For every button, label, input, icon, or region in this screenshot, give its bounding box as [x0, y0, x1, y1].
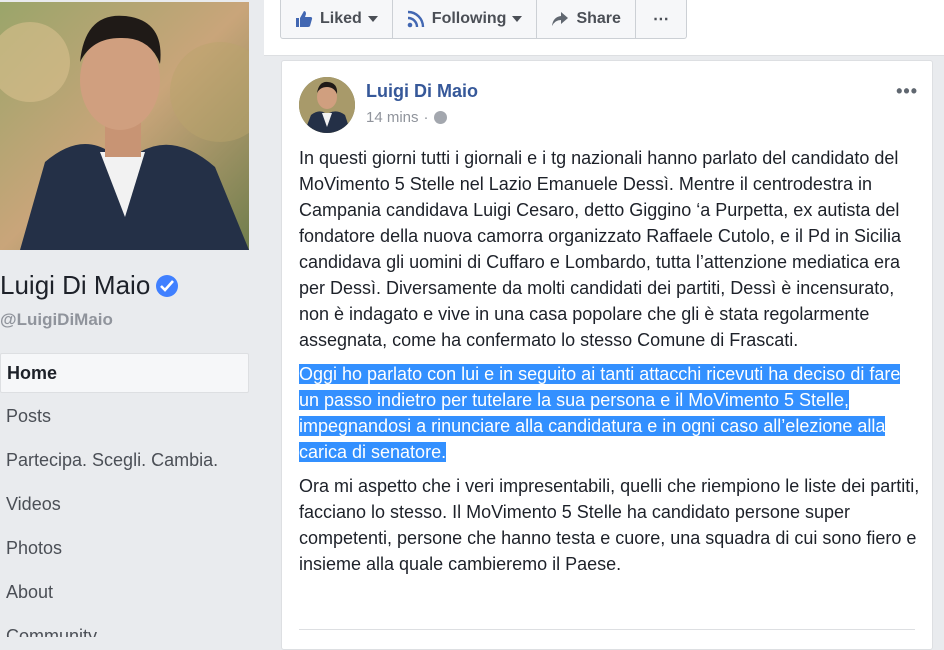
post-timestamp[interactable]: 14 mins — [366, 109, 419, 126]
profile-photo[interactable] — [0, 2, 249, 250]
liked-label: Liked — [320, 10, 362, 27]
nav-item-photos[interactable]: Photos — [0, 529, 249, 569]
meta-separator: · — [423, 109, 429, 126]
post-paragraph: In questi giorni tutti i giornali e i tg… — [299, 148, 902, 350]
page-handle[interactable]: @LuigiDiMaio — [0, 310, 113, 330]
nav-item-partecipa[interactable]: Partecipa. Scegli. Cambia. — [0, 441, 249, 481]
post-body: In questi giorni tutti i giornali e i tg… — [299, 145, 924, 585]
page-action-bar: Liked Following Share ⋯ — [264, 0, 944, 56]
more-icon: ⋯ — [652, 11, 669, 28]
chevron-down-icon — [512, 16, 523, 22]
verified-check-icon — [156, 274, 179, 297]
nav-item-videos[interactable]: Videos — [0, 485, 249, 525]
post-paragraph-selected: Oggi ho parlato con lui e in seguito ai … — [299, 361, 924, 465]
left-column: Luigi Di Maio @LuigiDiMaio Home Posts Pa… — [0, 0, 264, 637]
nav-item-posts[interactable]: Posts — [0, 397, 249, 437]
post-card: Luigi Di Maio 14 mins · ••• In questi gi… — [281, 60, 933, 650]
page-name-text[interactable]: Luigi Di Maio — [0, 270, 150, 301]
following-button[interactable]: Following — [393, 0, 538, 38]
author-avatar[interactable] — [299, 77, 355, 133]
globe-icon[interactable] — [433, 111, 447, 124]
post-divider — [299, 629, 915, 630]
nav-item-about[interactable]: About — [0, 573, 249, 613]
chevron-down-icon — [367, 16, 378, 22]
action-button-group: Liked Following Share ⋯ — [280, 0, 687, 39]
thumbs-up-icon — [295, 10, 313, 28]
nav-item-community[interactable]: Community — [0, 617, 249, 637]
liked-button[interactable]: Liked — [281, 0, 393, 38]
share-button[interactable]: Share — [537, 0, 636, 38]
page-nav: Home Posts Partecipa. Scegli. Cambia. Vi… — [0, 353, 249, 641]
selected-text: Oggi ho parlato con lui e in seguito ai … — [299, 364, 901, 462]
post-options-button[interactable]: ••• — [896, 81, 918, 102]
rss-icon — [407, 10, 425, 28]
share-label: Share — [576, 10, 621, 27]
post-paragraph: Ora mi aspetto che i veri impresentabili… — [299, 476, 920, 574]
share-arrow-icon — [551, 11, 569, 27]
post-author[interactable]: Luigi Di Maio — [366, 81, 478, 102]
post-meta: 14 mins · — [366, 109, 447, 126]
page-name[interactable]: Luigi Di Maio — [0, 270, 179, 301]
more-options-button[interactable]: ⋯ — [636, 0, 686, 38]
following-label: Following — [431, 10, 507, 27]
nav-item-home[interactable]: Home — [0, 353, 249, 393]
